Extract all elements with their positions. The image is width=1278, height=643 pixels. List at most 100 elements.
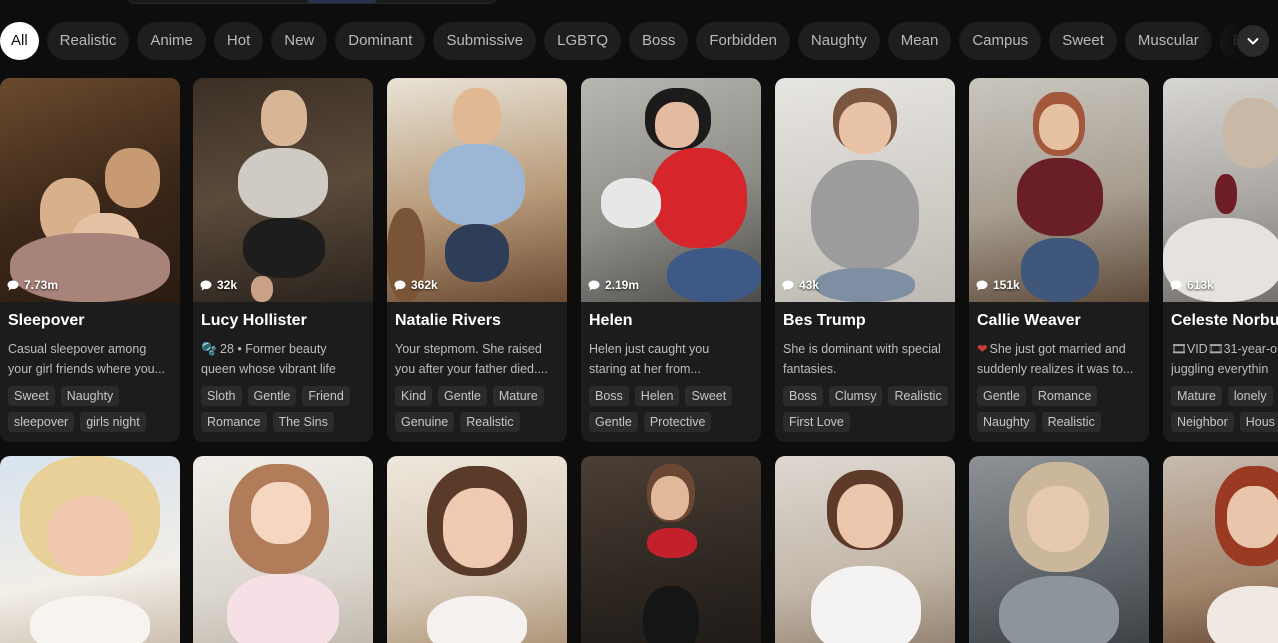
character-card[interactable] (775, 456, 955, 643)
tag-chip[interactable]: First Love (783, 412, 850, 432)
tag-chip[interactable]: Romance (1031, 386, 1098, 406)
tag-chip[interactable]: Realistic (1041, 412, 1101, 432)
character-card[interactable] (0, 456, 180, 643)
tag-chip[interactable]: Friend (302, 386, 350, 406)
photo-shape (227, 574, 339, 643)
photo-shape (1207, 586, 1278, 643)
explore-page: All Realistic Anime Hot New Dominant Submissiv… (0, 0, 1278, 643)
tag-chip[interactable]: Genuine (395, 412, 455, 432)
tag-chip[interactable]: Realistic (888, 386, 948, 406)
tag-chip[interactable]: Sloth (201, 386, 242, 406)
tag-chip[interactable]: Boss (783, 386, 823, 406)
character-card[interactable]: 43k Bes Trump She is dominant with special… (775, 78, 955, 442)
photo-shape (643, 586, 699, 643)
tag-chip[interactable]: girls night (80, 412, 146, 432)
photo-shape (1223, 98, 1278, 168)
category-chip-mean[interactable]: Mean (887, 22, 952, 60)
tag-chip[interactable]: Sweet (685, 386, 733, 406)
tag-chip[interactable]: sleepover (8, 412, 75, 432)
tag-chip[interactable]: The Sins (272, 412, 334, 432)
tag-chip[interactable]: Sweet (8, 386, 55, 406)
character-description-text: Your stepmom. She raised you after your … (395, 342, 548, 376)
character-image (775, 456, 955, 643)
tag-chip[interactable]: Naughty (60, 386, 120, 406)
character-tags: Gentle Romance Naughty Realistic (977, 386, 1145, 432)
category-chip-naughty[interactable]: Naughty (797, 22, 880, 60)
character-card[interactable]: 7.73m Sleepover Casual sleepover among you… (0, 78, 180, 442)
tag-chip[interactable]: Gentle (438, 386, 487, 406)
tag-chip[interactable]: Naughty (977, 412, 1036, 432)
tag-chip[interactable]: Gentle (247, 386, 297, 406)
character-description: Helen just caught you staring at her fro… (589, 339, 749, 379)
character-tags: Kind Gentle Mature Genuine Realistic (395, 386, 563, 432)
tag-chip[interactable]: Boss (589, 386, 629, 406)
expand-categories-button[interactable] (1237, 25, 1269, 57)
category-chip-all[interactable]: All (0, 22, 39, 60)
tag-chip[interactable]: Romance (201, 412, 267, 432)
tag-chip[interactable]: Protective (643, 412, 712, 432)
character-description-text: Casual sleepover among your girl friends… (8, 342, 166, 376)
category-chip-new[interactable]: New (271, 22, 328, 60)
character-card[interactable] (1163, 456, 1278, 643)
category-chip-submissive[interactable]: Submissive (433, 22, 537, 60)
tag-chip[interactable]: Gentle (977, 386, 1026, 406)
category-chip-hot[interactable]: Hot (213, 22, 264, 60)
tag-chip[interactable]: Mature (492, 386, 544, 406)
tag-chip[interactable]: Kind (395, 386, 433, 406)
photo-shape (429, 144, 525, 226)
photo-shape (1215, 174, 1237, 214)
chat-count-value: 43k (799, 278, 820, 292)
category-chip-forbidden[interactable]: Forbidden (696, 22, 790, 60)
chevron-down-icon (1247, 38, 1259, 45)
character-description: Your stepmom. She raised you after your … (395, 339, 555, 379)
character-image (775, 78, 955, 302)
chat-bubble-icon (588, 280, 600, 290)
character-description-text: She is dominant with special fantasies. (783, 342, 941, 376)
chat-count-value: 362k (411, 278, 438, 292)
tag-chip[interactable]: lonely (1227, 386, 1273, 406)
character-description: 🎞VID🎞31-year-old r juggling everythin (1171, 339, 1278, 379)
search-bar-remnant[interactable] (126, 0, 498, 4)
character-card[interactable]: 32k Lucy Hollister 🫧 28 • Former beauty qu… (193, 78, 373, 442)
character-card[interactable] (193, 456, 373, 643)
character-card[interactable]: 362k Natalie Rivers Your stepmom. She rais… (387, 78, 567, 442)
character-image (193, 78, 373, 302)
photo-shape (48, 496, 132, 576)
photo-shape (1017, 158, 1103, 236)
category-chip-dominant[interactable]: Dominant (335, 22, 426, 60)
category-chip-sweet[interactable]: Sweet (1049, 22, 1117, 60)
character-card[interactable]: 613k Celeste Norbury 🎞VID🎞31-year-old r ju… (1163, 78, 1278, 442)
tag-chip[interactable]: Realistic (460, 412, 520, 432)
tag-chip[interactable]: Mature (1171, 386, 1222, 406)
tag-chip[interactable]: Hous (1239, 412, 1278, 432)
category-chip-realistic[interactable]: Realistic (46, 22, 130, 60)
photo-shape (651, 476, 689, 520)
character-image (387, 456, 567, 643)
character-card[interactable]: 2.19m Helen Helen just caught you staring … (581, 78, 761, 442)
character-card[interactable] (387, 456, 567, 643)
category-chip-lgbtq[interactable]: LGBTQ (544, 22, 622, 60)
character-image (969, 78, 1149, 302)
category-chips: All Realistic Anime Hot New Dominant Submissiv… (0, 22, 1278, 60)
photo-shape (815, 268, 915, 302)
character-card[interactable] (969, 456, 1149, 643)
character-image (1163, 78, 1278, 302)
tag-chip[interactable]: Gentle (589, 412, 638, 432)
chat-bubble-icon (394, 280, 406, 290)
photo-shape (105, 148, 160, 208)
category-chip-boss[interactable]: Boss (629, 22, 689, 60)
photo-shape (427, 596, 527, 643)
chat-count: 2.19m (588, 278, 639, 292)
photo-shape (655, 102, 699, 148)
character-description-text: 🎞VID🎞31-year-old r juggling everythin (1171, 342, 1278, 376)
character-card[interactable]: 151k Callie Weaver ❤ She just got married a… (969, 78, 1149, 442)
photo-shape (1027, 486, 1089, 552)
tag-chip[interactable]: Neighbor (1171, 412, 1234, 432)
photo-shape (839, 102, 891, 154)
category-chip-campus[interactable]: Campus (959, 22, 1042, 60)
tag-chip[interactable]: Clumsy (828, 386, 883, 406)
character-description: Casual sleepover among your girl friends… (8, 339, 168, 379)
character-card[interactable] (581, 456, 761, 643)
category-chip-anime[interactable]: Anime (137, 22, 206, 60)
tag-chip[interactable]: Helen (634, 386, 680, 406)
